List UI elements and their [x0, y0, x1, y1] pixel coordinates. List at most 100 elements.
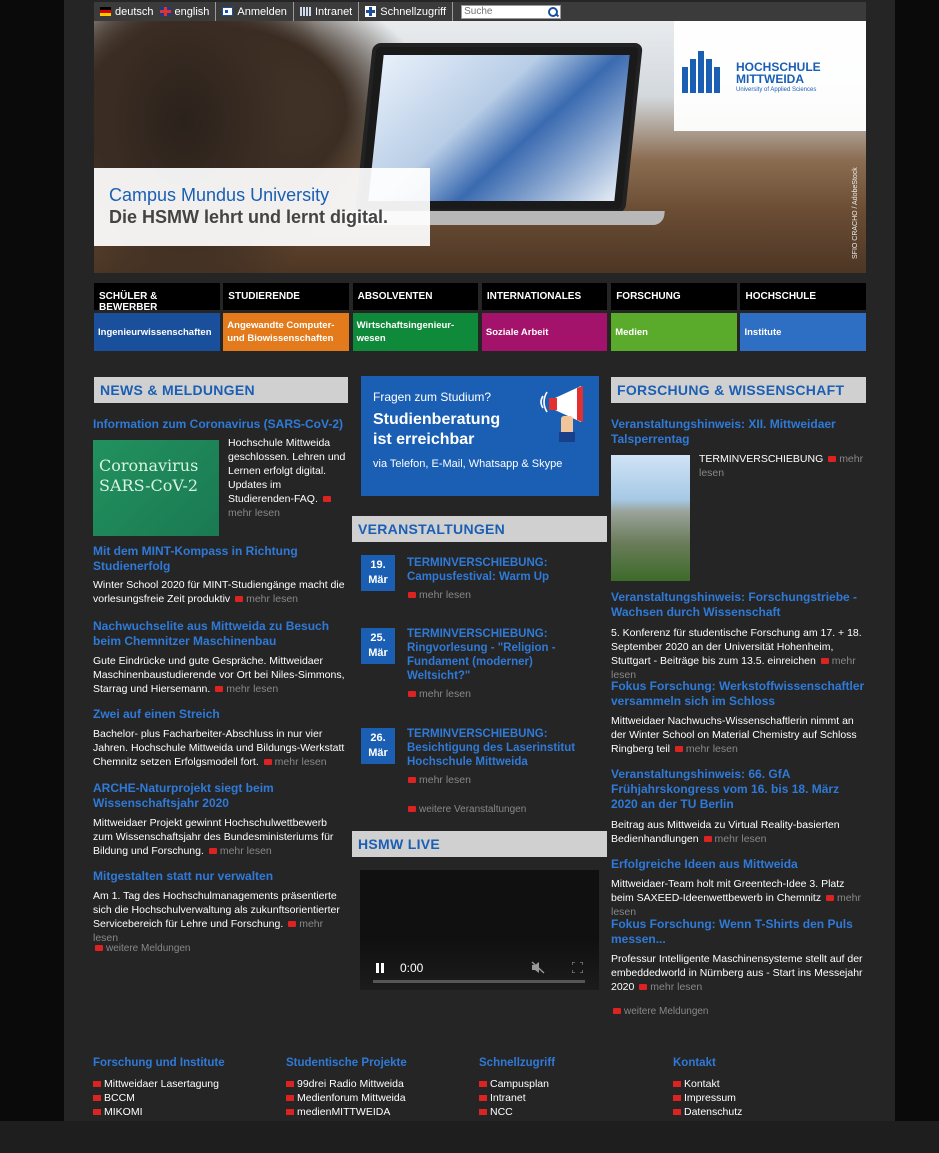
footer-heading: Schnellzugriff — [479, 1057, 556, 1069]
hero-caption: Campus Mundus University Die HSMW lehrt … — [94, 168, 430, 246]
read-more-link[interactable]: mehr lesen — [650, 981, 702, 993]
plus-icon — [365, 6, 377, 17]
banner-subtitle: via Telefon, E-Mail, Whatsapp & Skype — [373, 458, 563, 470]
footer-link[interactable]: Impressum — [673, 1091, 863, 1105]
event-title-2[interactable]: TERMINVERSCHIEBUNG: Besichtigung des Las… — [407, 727, 597, 769]
lang-en-link[interactable]: english — [175, 6, 210, 18]
nav-absolventen[interactable]: Absolventen — [352, 283, 479, 310]
logo-icon — [682, 49, 726, 93]
event-more-1[interactable]: mehr lesen — [406, 688, 471, 700]
all-news-link[interactable]: weitere Meldungen — [93, 943, 191, 954]
news-title-4[interactable]: ARCHE-Naturprojekt siegt beim Wissenscha… — [93, 781, 349, 811]
research-title-2[interactable]: Fokus Forschung: Werkstoffwissenschaftle… — [611, 679, 866, 709]
fullscreen-icon[interactable] — [572, 962, 583, 973]
footer-link[interactable]: Kontakt — [673, 1077, 863, 1091]
mute-icon[interactable] — [531, 961, 545, 974]
footer-heading: Studentische Projekte — [286, 1057, 407, 1069]
faculty-medien[interactable]: Medien — [611, 313, 737, 351]
megaphone-icon — [540, 386, 583, 442]
video-player[interactable]: 0:00 — [360, 870, 599, 990]
lang-de-link[interactable]: deutsch — [115, 6, 154, 18]
footer-link[interactable]: Medienforum Mittweida — [286, 1091, 476, 1105]
footer-heading: Forschung und Institute — [93, 1057, 225, 1069]
footer-link[interactable]: Mittweidaer Lasertagung — [93, 1077, 283, 1091]
event-more-0[interactable]: mehr lesen — [406, 589, 471, 601]
top-bar: deutsch english Anmelden Intranet Schnel… — [94, 2, 866, 21]
search-box — [453, 2, 567, 21]
news-text-2: Gute Eindrücke und gute Gespräche. Mittw… — [93, 655, 345, 695]
nav-forschung[interactable]: Forschung — [611, 283, 737, 310]
quick-access-label: Schnellzugriff — [380, 5, 447, 18]
nav-studierende[interactable]: Studierende — [223, 283, 349, 310]
footer-link[interactable]: MIKOMI — [93, 1105, 283, 1119]
bottom-bar — [0, 1121, 939, 1153]
pause-icon-bar — [381, 963, 384, 973]
language-switch: deutsch english — [94, 2, 217, 21]
footer-link[interactable]: Campusplan — [479, 1077, 669, 1091]
footer-link[interactable]: medienMITTWEIDA — [286, 1105, 476, 1119]
german-flag-icon — [100, 7, 111, 16]
read-more-link[interactable]: mehr lesen — [275, 756, 327, 768]
faculty-soziale-arbeit[interactable]: Soziale Arbeit — [481, 313, 608, 351]
read-more-link[interactable]: mehr lesen — [226, 683, 278, 695]
footer-link[interactable]: Intranet — [479, 1091, 669, 1105]
event-title-1[interactable]: TERMINVERSCHIEBUNG: Ringvorlesung - "Rel… — [407, 627, 597, 683]
news-text-0: Hochschule Mittweida geschlossen. Lehren… — [228, 437, 346, 519]
coronavirus-image[interactable]: Coronavirus SARS-CoV-2 — [93, 440, 219, 536]
hero-caption-title: Campus Mundus University — [109, 185, 330, 205]
quick-access-link[interactable]: Schnellzugriff — [359, 2, 454, 21]
studienberatung-banner[interactable]: Fragen zum Studium? Studienberatung ist … — [361, 376, 599, 496]
event-more-2[interactable]: mehr lesen — [406, 774, 471, 786]
news-title-1[interactable]: Mit dem MINT-Kompass in Richtung Studien… — [93, 544, 349, 574]
nav-internationales[interactable]: Internationales — [481, 283, 608, 310]
faculty-wirtschaft[interactable]: Wirtschaftsingenieur-wesen — [352, 313, 479, 351]
video-progress[interactable] — [373, 980, 585, 983]
research-title-0[interactable]: Veranstaltungshinweis: XII. Mittweidaer … — [611, 417, 866, 447]
live-heading: HSMW LIVE — [352, 831, 607, 857]
news-title-3[interactable]: Zwei auf einen Streich — [93, 707, 349, 722]
faculty-institute[interactable]: Institute — [740, 313, 866, 351]
read-more-link[interactable]: mehr lesen — [220, 845, 272, 857]
footer-link[interactable]: Datenschutz — [673, 1105, 863, 1119]
footer-link[interactable]: BCCM — [93, 1091, 283, 1105]
research-title-1[interactable]: Veranstaltungshinweis: Forschungstriebe … — [611, 590, 866, 620]
read-more-link[interactable]: mehr lesen — [686, 743, 738, 755]
research-text-3: Beitrag aus Mittweida zu Virtual Reality… — [611, 819, 840, 845]
news-title-5[interactable]: Mitgestalten statt nur verwalten — [93, 869, 349, 884]
search-icon[interactable] — [546, 5, 561, 18]
intranet-icon — [299, 7, 311, 16]
news-title-0[interactable]: Information zum Coronavirus (SARS-CoV-2) — [93, 417, 349, 432]
research-heading: FORSCHUNG & WISSENSCHAFT — [611, 377, 866, 403]
university-logo[interactable]: HOCHSCHULE MITTWEIDA University of Applie… — [674, 21, 866, 131]
nav-schueler[interactable]: Schüler & Bewerber — [94, 283, 220, 313]
footer-link[interactable]: 99drei Radio Mittweida — [286, 1077, 476, 1091]
read-more-link[interactable]: mehr lesen — [246, 593, 298, 605]
dam-image[interactable] — [611, 455, 690, 581]
logo-title: HOCHSCHULE MITTWEIDA — [736, 60, 821, 86]
footer-link[interactable]: NCC — [479, 1105, 669, 1119]
all-research-link[interactable]: weitere Meldungen — [611, 1006, 709, 1017]
all-events-link[interactable]: weitere Veranstaltungen — [406, 804, 526, 815]
login-icon — [222, 7, 234, 16]
faculty-ingenieur[interactable]: Ingenieurwissenschaften — [94, 313, 220, 351]
search-input[interactable] — [462, 5, 547, 18]
faculty-computer-bio[interactable]: Angewandte Computer- und Biowissenschaft… — [223, 313, 349, 351]
intranet-link[interactable]: Intranet — [294, 2, 360, 21]
research-text-2: Mittweidaer Nachwuchs-Wissenschaftlerin … — [611, 715, 857, 755]
nav-hochschule[interactable]: Hochschule — [740, 283, 866, 310]
news-title-2[interactable]: Nachwuchselite aus Mittweida zu Besuch b… — [93, 619, 349, 649]
research-title-5[interactable]: Fokus Forschung: Wenn T-Shirts den Puls … — [611, 917, 866, 947]
login-link[interactable]: Anmelden — [216, 2, 294, 21]
read-more-link[interactable]: mehr lesen — [715, 833, 767, 845]
footer-col-3: Kontakt Kontakt Impressum Datenschutz — [673, 1057, 863, 1119]
event-date-2: 26. Mär — [361, 728, 395, 764]
login-label: Anmelden — [237, 5, 287, 18]
research-text-5: Professur Intelligente Maschinensysteme … — [611, 953, 863, 993]
research-text-0: TERMINVERSCHIEBUNG mehr lesen — [699, 453, 864, 479]
research-title-4[interactable]: Erfolgreiche Ideen aus Mittweida — [611, 857, 866, 872]
research-title-3[interactable]: Veranstaltungshinweis: 66. GfA Frühjahrs… — [611, 767, 866, 812]
hero-banner[interactable]: HOCHSCHULE MITTWEIDA University of Applie… — [94, 21, 866, 273]
pause-icon[interactable] — [376, 963, 379, 973]
read-more-link[interactable]: mehr lesen — [228, 507, 280, 519]
event-title-0[interactable]: TERMINVERSCHIEBUNG: Campusfestival: Warm… — [407, 556, 597, 584]
